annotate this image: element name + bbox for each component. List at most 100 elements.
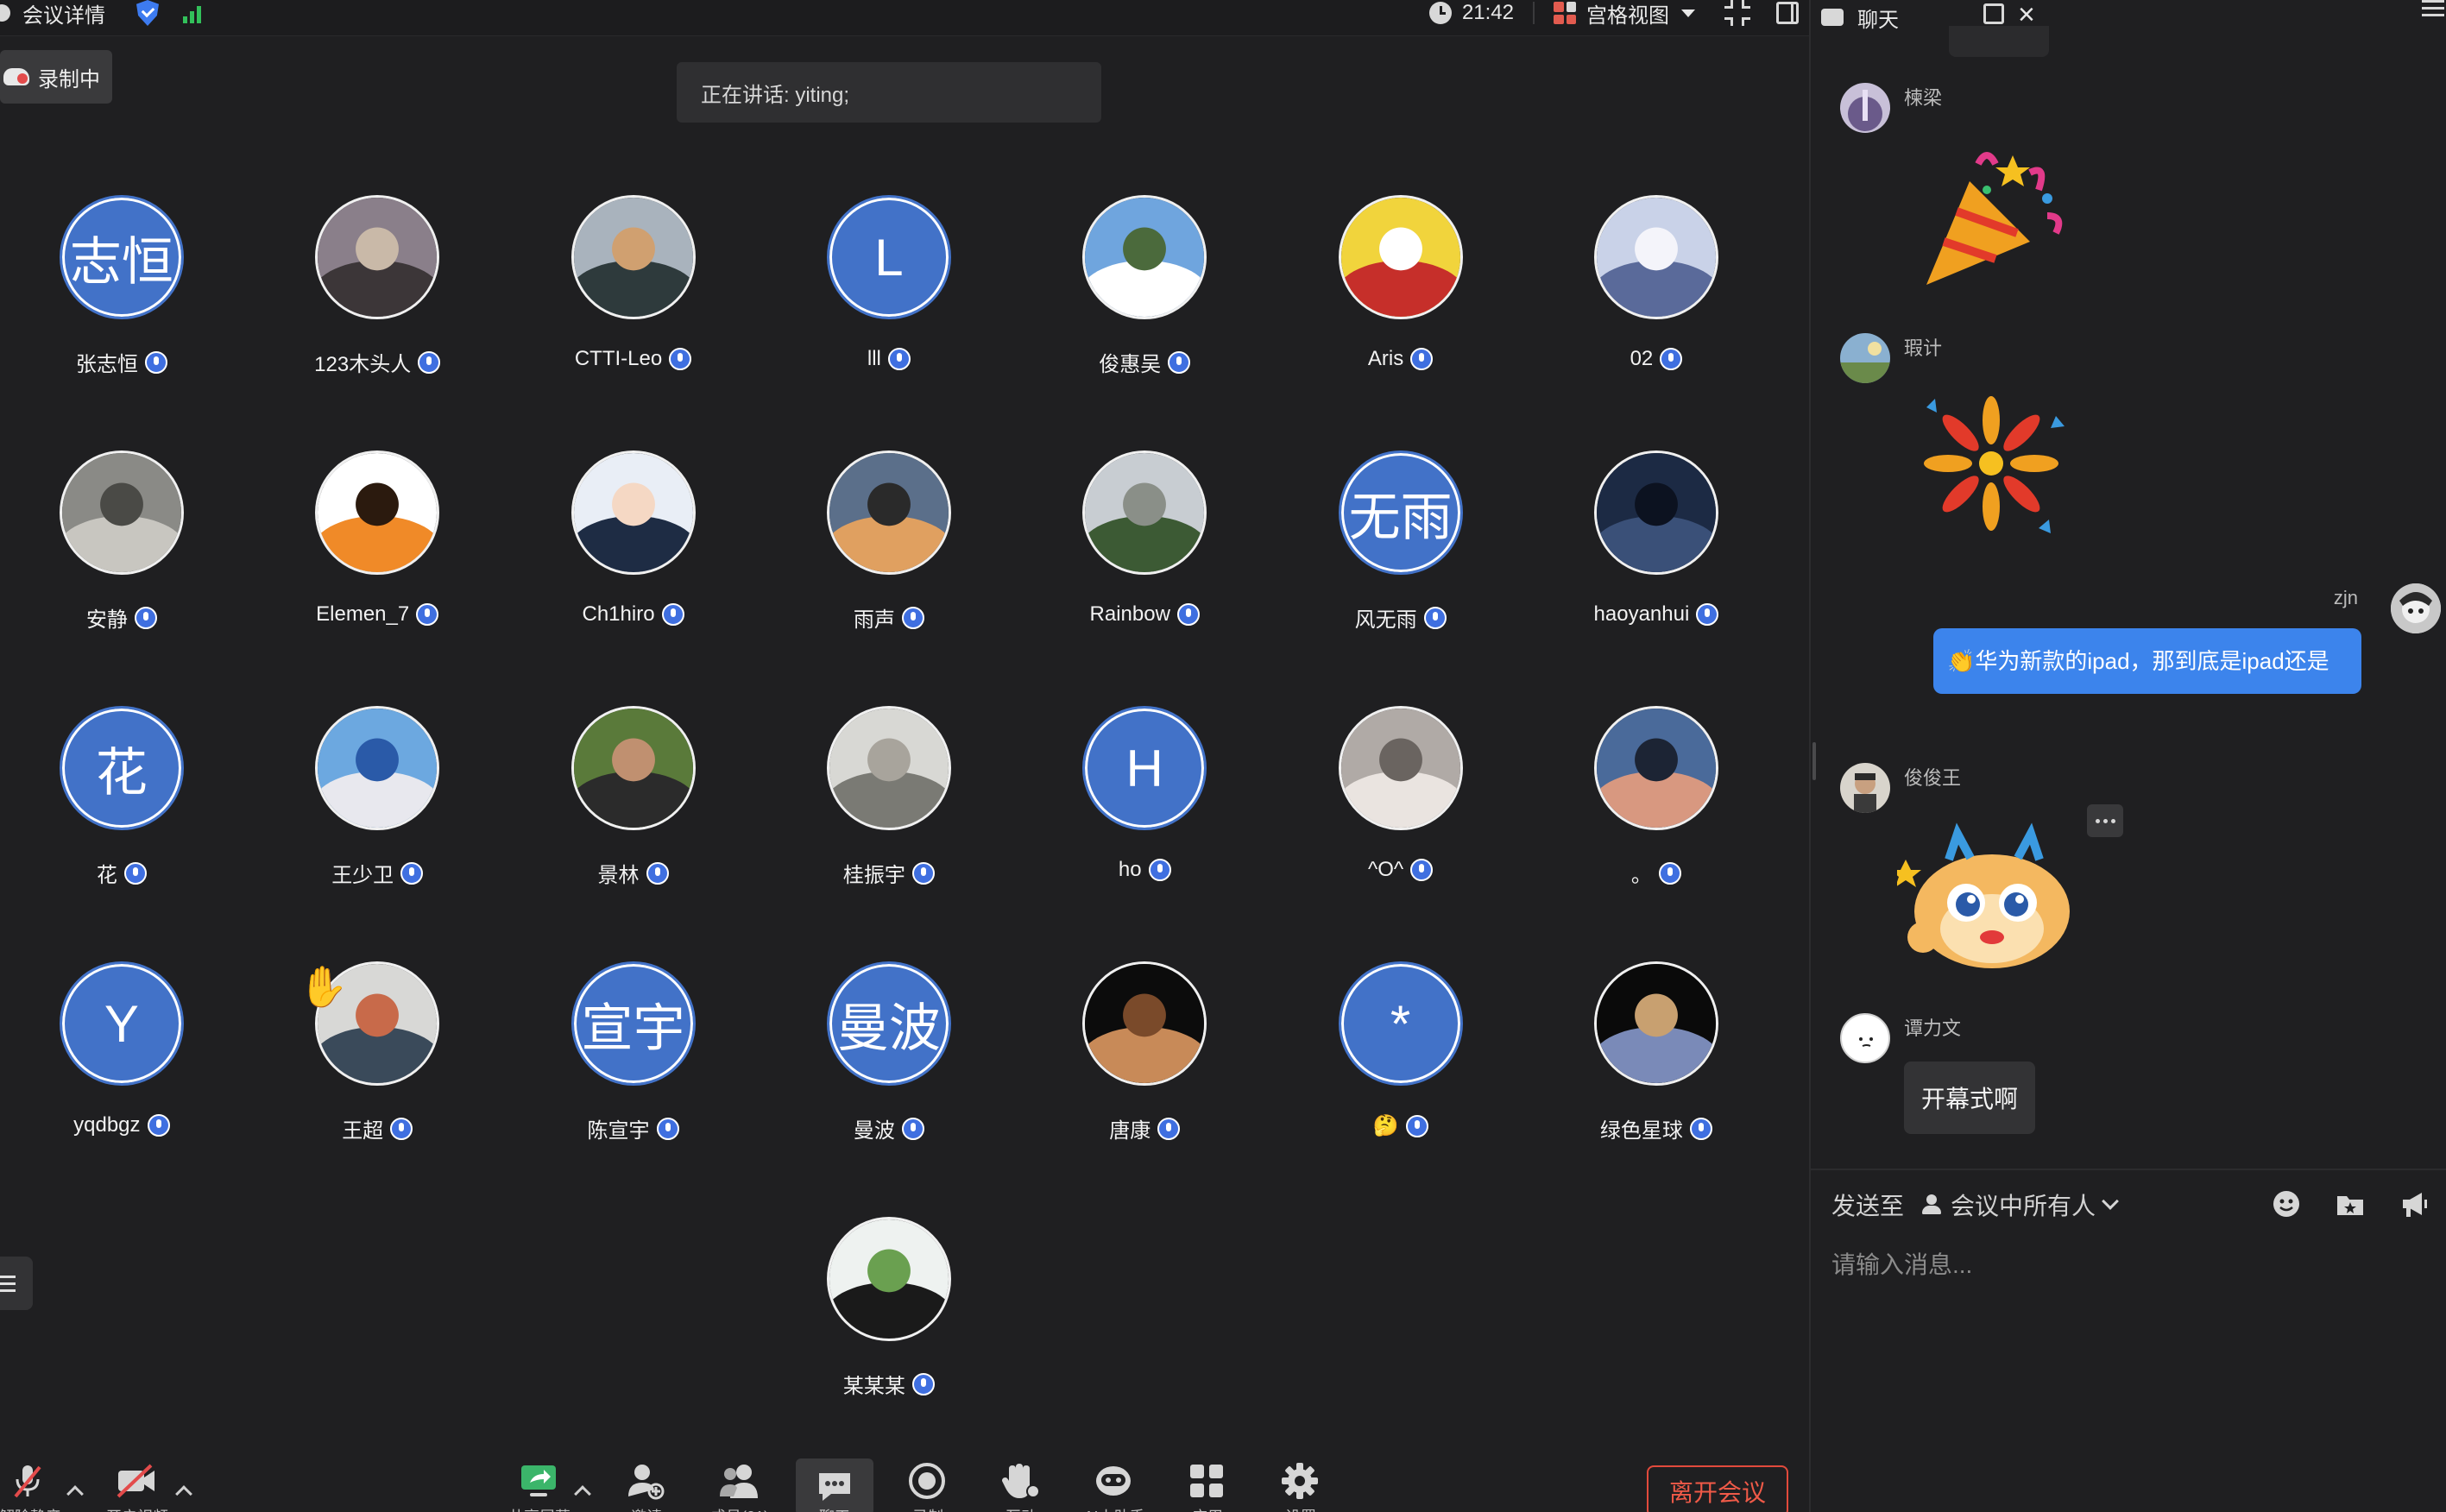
- network-signal-icon[interactable]: [183, 3, 201, 23]
- share-screen-button[interactable]: [516, 1458, 561, 1503]
- megaphone-icon[interactable]: [2399, 1189, 2429, 1219]
- start-video-button[interactable]: [114, 1458, 159, 1503]
- participant-avatar[interactable]: [826, 706, 951, 830]
- chat-button[interactable]: [796, 1458, 873, 1512]
- participant-avatar[interactable]: 曼波: [826, 961, 951, 1086]
- participant-tile[interactable]: Rainbow: [1032, 450, 1257, 658]
- participant-tile[interactable]: 宣宇 陈宣宇: [521, 961, 746, 1169]
- participant-avatar[interactable]: [1593, 195, 1718, 319]
- participant-tile[interactable]: 。: [1544, 706, 1768, 913]
- party-popper-sticker-icon[interactable]: [1909, 138, 2073, 302]
- participant-tile[interactable]: 绿色星球: [1544, 961, 1768, 1169]
- participant-avatar[interactable]: [315, 706, 440, 830]
- participant-avatar[interactable]: [1338, 195, 1463, 319]
- participant-avatar[interactable]: 无雨: [1338, 450, 1463, 575]
- participant-tile[interactable]: 俊惠吴: [1032, 195, 1257, 402]
- participant-avatar[interactable]: [1082, 450, 1207, 575]
- dragon-sticker-icon[interactable]: [1897, 816, 2078, 980]
- reaction-button[interactable]: [998, 1458, 1043, 1503]
- emoji-icon[interactable]: [2272, 1189, 2301, 1219]
- sender-avatar[interactable]: [1840, 763, 1890, 813]
- send-to-selector[interactable]: 发送至 会议中所有人: [1831, 1188, 2119, 1222]
- panel-resize-handle[interactable]: [1812, 742, 1816, 780]
- members-button[interactable]: [716, 1458, 761, 1503]
- participant-avatar[interactable]: [315, 450, 440, 575]
- participant-avatar[interactable]: [315, 195, 440, 319]
- participant-tile[interactable]: Hho: [1032, 706, 1257, 913]
- info-icon[interactable]: [0, 4, 10, 22]
- recipient-value[interactable]: 会议中所有人: [1951, 1188, 2096, 1222]
- participant-tile[interactable]: Aris: [1289, 195, 1513, 402]
- settings-button[interactable]: [1277, 1458, 1322, 1503]
- view-mode-label[interactable]: 宫格视图: [1586, 0, 1669, 28]
- share-options-caret-icon[interactable]: [574, 1485, 591, 1503]
- participant-avatar[interactable]: 志恒: [59, 195, 184, 319]
- video-options-caret-icon[interactable]: [175, 1485, 192, 1503]
- participant-tile[interactable]: 安静: [9, 450, 234, 658]
- participant-tile[interactable]: Yyqdbgz: [9, 961, 234, 1169]
- participant-tile[interactable]: 123木头人: [265, 195, 489, 402]
- participant-tile[interactable]: 花花: [9, 706, 234, 913]
- participant-tile[interactable]: 景林: [521, 706, 746, 913]
- participant-tile[interactable]: 王少卫: [265, 706, 489, 913]
- popout-window-icon[interactable]: [1983, 3, 2004, 24]
- participant-avatar[interactable]: [571, 450, 696, 575]
- participant-avatar[interactable]: [826, 450, 951, 575]
- participant-tile[interactable]: 某某某: [777, 1217, 1001, 1424]
- view-mode-caret-icon[interactable]: [1681, 9, 1695, 17]
- participant-avatar[interactable]: 宣宇: [571, 961, 696, 1086]
- participant-tile[interactable]: Llll: [777, 195, 1001, 402]
- exit-fullscreen-icon[interactable]: [1724, 0, 1750, 26]
- participant-tile[interactable]: haoyanhui: [1544, 450, 1768, 658]
- participant-avatar[interactable]: [1082, 961, 1207, 1086]
- participant-avatar[interactable]: [571, 706, 696, 830]
- participant-tile[interactable]: ^O^: [1289, 706, 1513, 913]
- leave-meeting-button[interactable]: 离开会议: [1647, 1465, 1788, 1512]
- participant-avatar[interactable]: [571, 195, 696, 319]
- participant-tile[interactable]: 志恒 张志恒: [9, 195, 234, 402]
- ai-assistant-button[interactable]: [1091, 1458, 1136, 1503]
- fireworks-sticker-icon[interactable]: [1909, 381, 2073, 545]
- message-input[interactable]: [1831, 1248, 2427, 1282]
- side-drawer-toggle[interactable]: [0, 1257, 33, 1310]
- audio-options-caret-icon[interactable]: [66, 1485, 84, 1503]
- recording-badge[interactable]: 录制中: [0, 50, 112, 104]
- record-button[interactable]: [905, 1458, 949, 1503]
- participant-tile[interactable]: 唐康: [1032, 961, 1257, 1169]
- participant-tile[interactable]: CTTI-Leo: [521, 195, 746, 402]
- participant-avatar[interactable]: 花: [59, 706, 184, 830]
- unmute-button[interactable]: [5, 1458, 50, 1503]
- participant-tile[interactable]: Elemen_7: [265, 450, 489, 658]
- send-file-icon[interactable]: [2336, 1189, 2365, 1219]
- hamburger-menu-icon[interactable]: [2422, 0, 2444, 16]
- invite-button[interactable]: [623, 1458, 668, 1503]
- sender-avatar[interactable]: [2391, 583, 2441, 633]
- sender-avatar[interactable]: [1840, 83, 1890, 133]
- sender-avatar[interactable]: [1840, 1013, 1890, 1063]
- participant-avatar[interactable]: [826, 1217, 951, 1341]
- participant-tile[interactable]: Ch1hiro: [521, 450, 746, 658]
- participant-tile[interactable]: 曼波 曼波: [777, 961, 1001, 1169]
- participant-avatar[interactable]: L: [826, 195, 951, 319]
- participant-avatar[interactable]: *: [1338, 961, 1463, 1086]
- participant-avatar[interactable]: [1338, 706, 1463, 830]
- sidebar-layout-icon[interactable]: [1776, 2, 1799, 24]
- sender-avatar[interactable]: [1840, 333, 1890, 383]
- participant-avatar[interactable]: [1593, 961, 1718, 1086]
- participant-tile[interactable]: 无雨 风无雨: [1289, 450, 1513, 658]
- participant-avatar[interactable]: [1593, 706, 1718, 830]
- meeting-details-label[interactable]: 会议详情: [22, 0, 105, 28]
- apps-button[interactable]: [1184, 1458, 1229, 1503]
- participant-tile[interactable]: * 🤔: [1289, 961, 1513, 1169]
- participant-tile[interactable]: 雨声: [777, 450, 1001, 658]
- participant-avatar[interactable]: [59, 450, 184, 575]
- participant-tile[interactable]: 桂振宇: [777, 706, 1001, 913]
- participant-avatar[interactable]: [1082, 195, 1207, 319]
- security-shield-icon[interactable]: [136, 0, 159, 26]
- participant-tile[interactable]: 02: [1544, 195, 1768, 402]
- message-more-options-icon[interactable]: [2087, 804, 2123, 837]
- participant-avatar[interactable]: H: [1082, 706, 1207, 830]
- grid-view-icon[interactable]: [1554, 2, 1576, 24]
- chevron-down-icon[interactable]: [2102, 1193, 2119, 1210]
- participant-avatar[interactable]: [1593, 450, 1718, 575]
